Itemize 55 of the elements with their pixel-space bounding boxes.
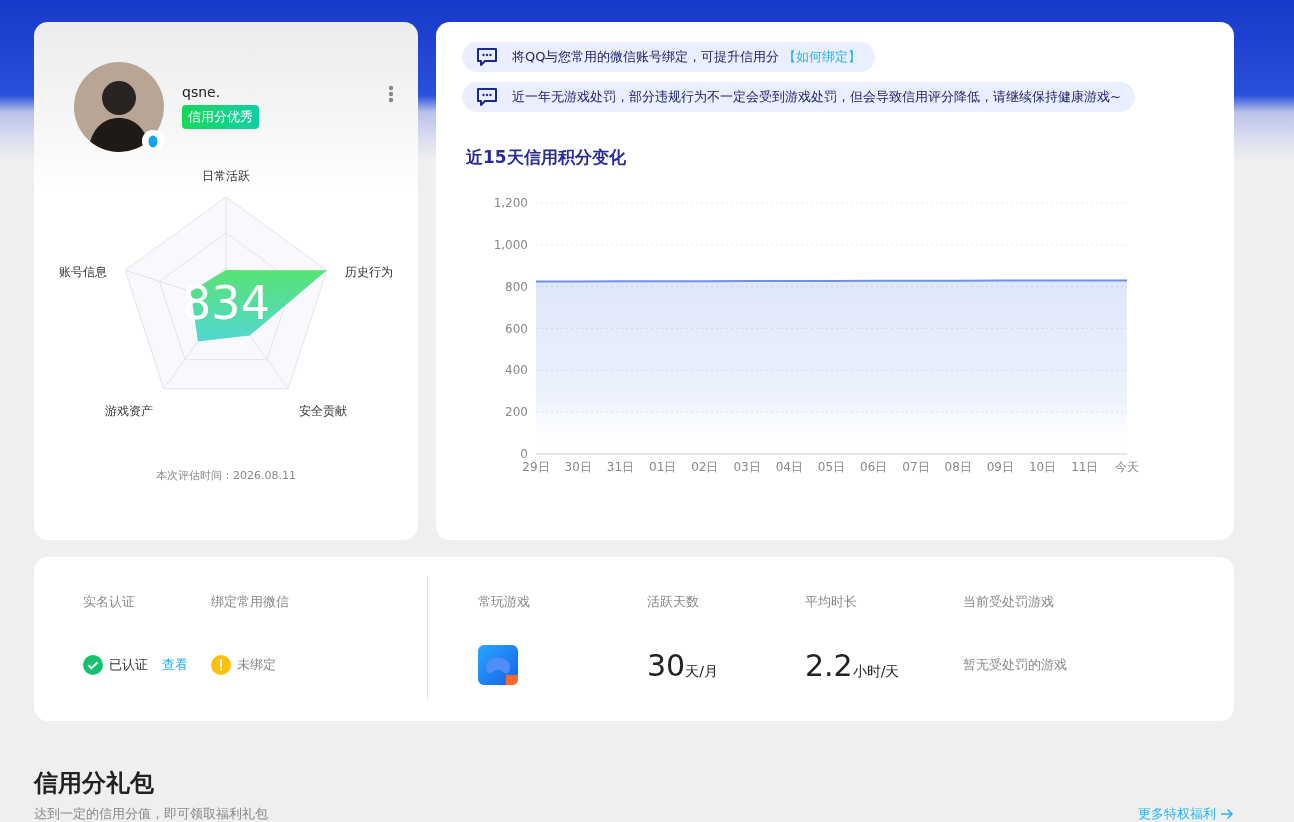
axis-label: 09日	[986, 460, 1014, 474]
radar-label: 历史行为	[345, 265, 393, 279]
radar-label: 日常活跃	[202, 169, 250, 183]
message-icon	[476, 87, 498, 107]
axis-label: 04日	[775, 460, 803, 474]
chart-title: 近15天信用积分变化	[466, 146, 627, 169]
stat-label: 当前受处罚游戏	[963, 593, 1055, 611]
stat-unit: 小时/天	[852, 662, 900, 681]
arrow-icon	[1220, 808, 1234, 820]
stat-unit: 天/月	[685, 662, 718, 681]
stat-label: 活跃天数	[647, 593, 700, 611]
axis-label: 06日	[860, 460, 888, 474]
stat-label: 绑定常用微信	[211, 593, 289, 611]
notice-text: 近一年无游戏处罚，部分违规行为不一定会受到游戏处罚，但会导致信用评分降低，请继续保持健康游戏~	[512, 88, 1121, 106]
axis-label: 800	[505, 279, 528, 294]
radar-label: 账号信息	[59, 265, 107, 279]
axis-label: 07日	[902, 460, 930, 474]
axis-label: 02日	[691, 460, 719, 474]
radar-label: 安全贡献	[299, 404, 347, 418]
axis-label: 29日	[522, 460, 550, 474]
notice-text: 将QQ与您常用的微信账号绑定，可提升信用分	[512, 48, 780, 66]
stat-value: 暂无受处罚的游戏	[963, 656, 1067, 674]
axis-label: 0	[520, 447, 528, 461]
axis-label: 今天	[1115, 460, 1139, 474]
axis-label: 1,000	[493, 237, 528, 252]
axis-label: 01日	[649, 460, 677, 474]
axis-label: 31日	[606, 460, 635, 474]
more-benefits-link[interactable]: 更多特权福利	[1138, 805, 1234, 822]
evaluation-time: 本次评估时间：2026.08.11	[155, 468, 297, 483]
axis-label: 1,200	[493, 196, 528, 210]
axis-label: 03日	[733, 460, 761, 474]
stat-value: 30	[647, 647, 686, 683]
axis-label: 200	[505, 405, 528, 420]
axis-label: 400	[505, 363, 528, 378]
message-icon	[476, 47, 498, 67]
game-icon[interactable]	[478, 645, 518, 685]
view-link[interactable]: 查看	[162, 656, 188, 674]
axis-label: 30日	[564, 460, 592, 474]
axis-label: 08日	[944, 460, 972, 474]
stat-label: 常玩游戏	[478, 593, 531, 611]
stat-label: 实名认证	[83, 593, 136, 611]
how-to-bind-link[interactable]: 【如何绑定】	[783, 48, 862, 66]
stat-value: 2.2	[805, 647, 853, 683]
more-icon[interactable]	[388, 85, 394, 103]
radar-label: 游戏资产	[105, 404, 153, 418]
axis-label: 05日	[817, 460, 846, 474]
user-name: qsne.	[182, 84, 221, 100]
status-text: 未绑定	[237, 656, 276, 674]
axis-label: 10日	[1028, 460, 1057, 474]
axis-label: 600	[505, 321, 528, 336]
stat-label: 平均时长	[805, 593, 858, 611]
section-title: 信用分礼包	[34, 768, 155, 799]
axis-label: 11日	[1071, 460, 1099, 474]
status-text: 已认证	[109, 656, 148, 674]
credit-level-tag: 信用分优秀	[182, 105, 259, 129]
